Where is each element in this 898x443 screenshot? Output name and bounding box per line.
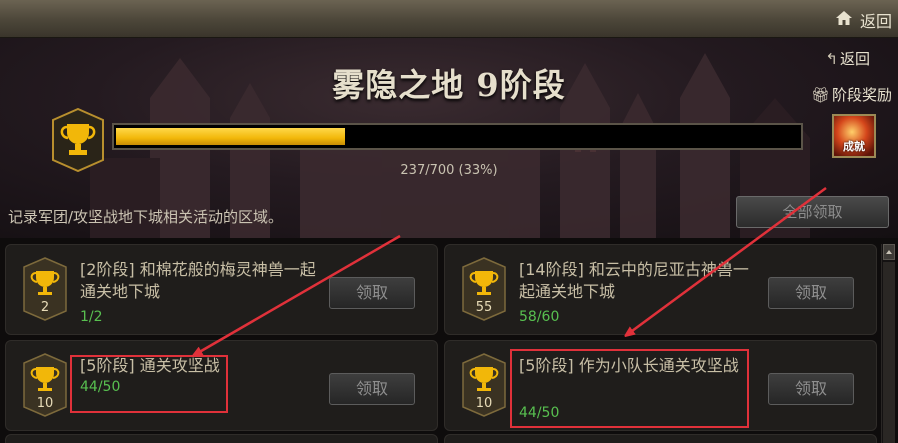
quest-card-partial <box>444 434 877 443</box>
claim-button[interactable]: 领取 <box>768 373 854 405</box>
top-bar: 返回 <box>0 0 898 38</box>
quest-card: 2 [2阶段] 和棉花般的梅灵神兽一起通关地下城 1/2 领取 <box>5 244 438 335</box>
stage-progress-bar <box>112 123 803 150</box>
quest-card: 55 [14阶段] 和云中的尼亚古神兽一起通关地下城 58/60 领取 <box>444 244 877 335</box>
top-back-button[interactable]: 返回 <box>860 8 892 32</box>
quest-level: 2 <box>41 300 49 315</box>
achievement-icon[interactable]: 成就 <box>832 114 876 158</box>
quest-title: [2阶段] 和棉花般的梅灵神兽一起通关地下城 <box>80 260 316 301</box>
trophy-level-badge-icon: 10 <box>462 353 506 417</box>
stage-reward-label: 阶段奖励 <box>831 86 892 104</box>
achievement-label: 成就 <box>843 140 865 153</box>
quest-title: [14阶段] 和云中的尼亚古神兽一起通关地下城 <box>519 260 749 301</box>
stage-progress-text: 237/700 (33%) <box>400 163 498 178</box>
trophy-level-badge-icon: 55 <box>462 257 506 321</box>
stage-reward-button[interactable]: 🎁︎ 阶段奖励 <box>811 84 892 105</box>
quest-level: 55 <box>476 300 493 315</box>
quest-level: 10 <box>37 396 54 411</box>
quest-card-partial <box>5 434 438 443</box>
claim-button[interactable]: 领取 <box>329 277 415 309</box>
return-arrow-icon: ↰ <box>825 50 838 68</box>
scroll-up-arrow-icon[interactable] <box>883 244 895 260</box>
quest-progress: 58/60 <box>519 309 560 325</box>
scroll-thumb[interactable] <box>883 262 895 443</box>
list-scrollbar[interactable] <box>881 244 895 443</box>
annotation-box <box>510 349 749 428</box>
quest-progress: 1/2 <box>80 309 103 325</box>
claim-button[interactable]: 领取 <box>768 277 854 309</box>
stage-progress-fill <box>116 128 345 145</box>
area-description: 记录军团/攻坚战地下城相关活动的区域。 <box>8 208 284 226</box>
annotation-box <box>70 355 228 413</box>
stage-banner: 雾隐之地 9阶段 ↰ 返回 🎁︎ 阶段奖励 237/700 (33%) 成就 记录军… <box>0 38 898 238</box>
claim-all-button[interactable]: 全部领取 <box>736 196 889 228</box>
claim-button[interactable]: 领取 <box>329 373 415 405</box>
quest-level: 10 <box>476 396 493 411</box>
stage-title: 雾隐之地 9阶段 <box>332 66 566 104</box>
trophy-level-badge-icon: 2 <box>23 257 67 321</box>
banner-back-label: 返回 <box>839 50 870 68</box>
gift-icon: 🎁︎ <box>810 86 830 104</box>
home-icon[interactable] <box>834 8 854 28</box>
trophy-level-badge-icon: 10 <box>23 353 67 417</box>
banner-back-button[interactable]: ↰ 返回 <box>825 48 870 69</box>
